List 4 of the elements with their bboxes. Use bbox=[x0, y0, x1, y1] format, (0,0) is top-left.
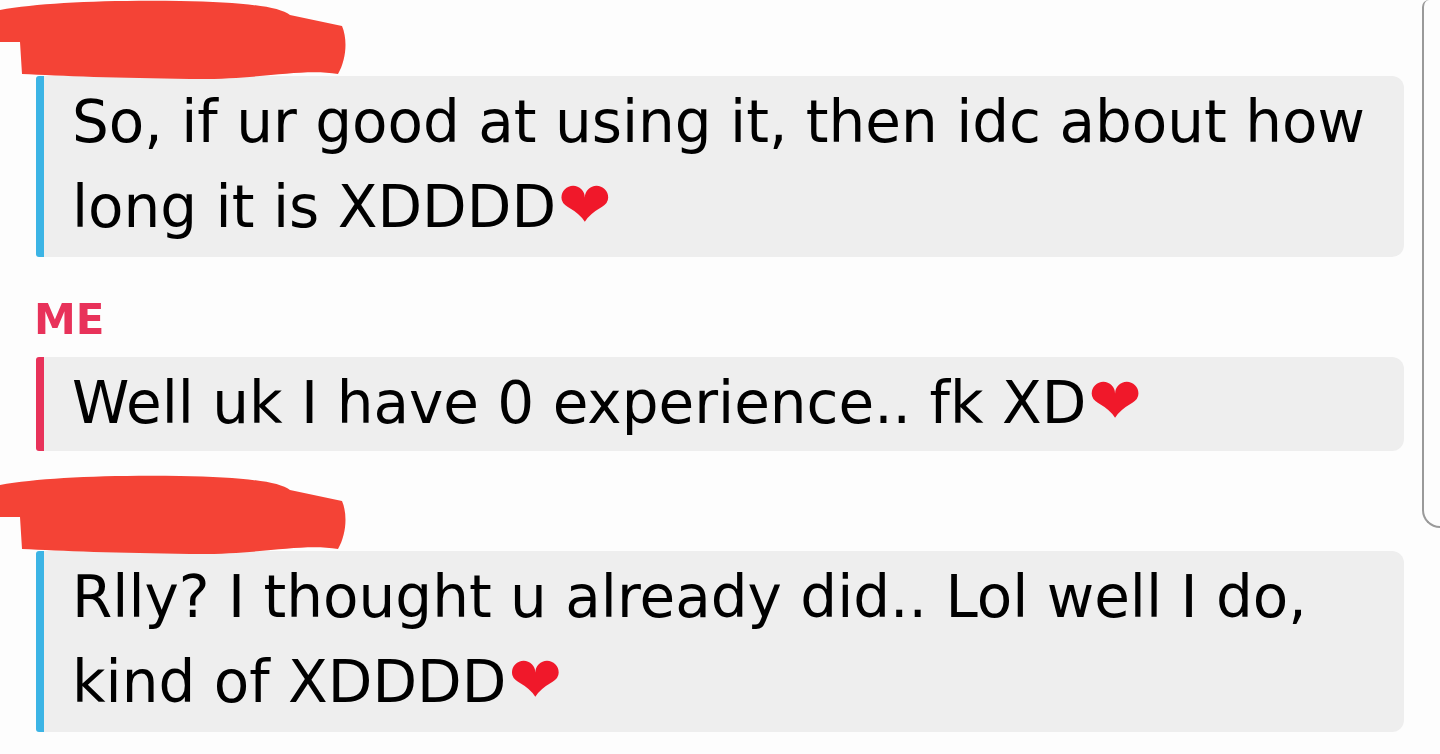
sender-name: ME bbox=[34, 295, 105, 345]
message-text: So, if ur good at using it, then idc about how long it is XDDDD❤ bbox=[72, 88, 1365, 241]
message-text: Well uk I have 0 experience.. fk XD❤ bbox=[72, 369, 1142, 437]
message-text: Rlly? I thought u already did.. Lol well I do, kind of XDDDD❤ bbox=[72, 563, 1307, 716]
